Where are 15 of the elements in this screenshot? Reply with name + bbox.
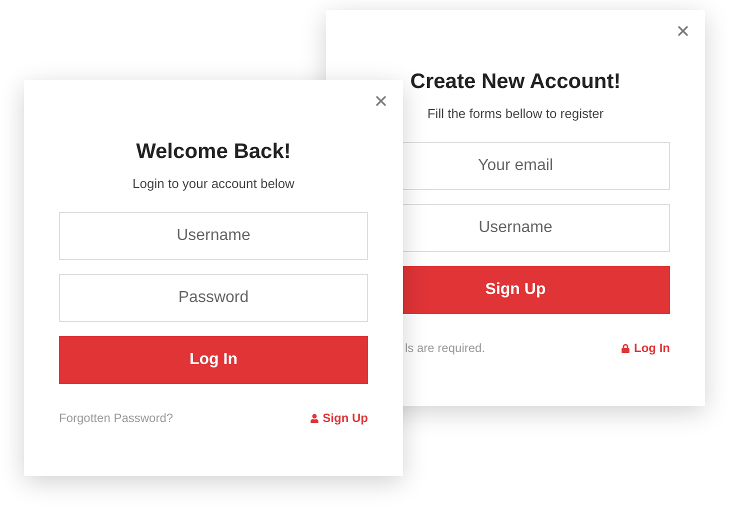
dialog-title: Create New Account! [409,70,622,94]
close-button[interactable] [373,93,389,109]
lock-icon [621,344,630,352]
submit-button[interactable]: Log In [59,336,368,384]
dialog-subtitle: Login to your account below [132,176,296,192]
dialog-subtitle: Fill the forms bellow to register [426,106,605,122]
close-button[interactable] [675,23,691,39]
input-field[interactable]: Password [59,274,368,322]
footer-link[interactable]: Sign Up [310,411,368,425]
footer-note: ls are required. [404,341,486,355]
dialog-title: Welcome Back! [135,140,292,164]
input-field[interactable]: Username [59,212,368,260]
user-icon [310,414,319,422]
footer-link[interactable]: Log In [621,341,670,355]
footer-note: Forgotten Password? [59,411,174,425]
